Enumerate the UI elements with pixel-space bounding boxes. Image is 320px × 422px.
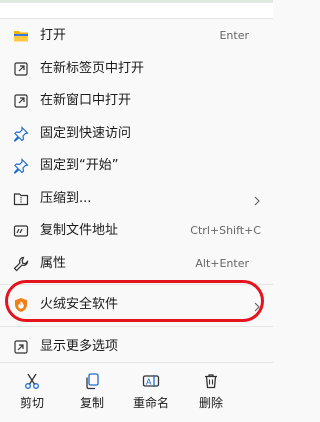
copy-button[interactable]: 复制 xyxy=(67,372,117,410)
menu-item-pin-quick-access[interactable]: 固定到快速访问 xyxy=(0,118,273,151)
cut-label: 剪切 xyxy=(19,396,44,410)
menu-item-shortcut: Alt+Enter xyxy=(195,256,249,270)
trash-icon xyxy=(205,374,217,389)
menu-item-properties[interactable]: 属性 Alt+Enter xyxy=(0,248,273,281)
rename-button[interactable]: A 重命名 xyxy=(126,372,176,410)
top-accent xyxy=(0,0,273,3)
menu-item-compress[interactable]: 压缩到... xyxy=(0,183,273,216)
chevron-right-icon xyxy=(253,192,261,205)
menu-item-label: 在新标签页中打开 xyxy=(40,60,145,76)
rename-icon: A xyxy=(142,375,160,387)
menu-item-open[interactable]: 打开 Enter xyxy=(0,20,273,53)
copy-path-icon xyxy=(13,223,29,239)
menu-item-label: 属性 xyxy=(40,255,67,271)
scissors-icon xyxy=(25,373,39,389)
menu-item-open-new-tab[interactable]: 在新标签页中打开 xyxy=(0,53,273,86)
pin-icon xyxy=(13,125,29,142)
menu-item-label: 固定到快速访问 xyxy=(40,125,132,141)
annotation-ring xyxy=(5,280,264,322)
menu-item-copy-path[interactable]: 复制文件地址 Ctrl+Shift+C xyxy=(0,215,273,248)
copy-icon xyxy=(86,373,99,390)
quick-actions-bar: 剪切 复制 A 重命名 删除 xyxy=(0,362,273,422)
rename-label: 重命名 xyxy=(132,396,169,410)
delete-label: 删除 xyxy=(198,396,223,410)
menu-item-label: 固定到“开始” xyxy=(40,158,119,173)
menu-item-shortcut: Enter xyxy=(219,29,249,42)
menu-item-label: 显示更多选项 xyxy=(40,338,119,354)
menu-item-shortcut: Ctrl+Shift+C xyxy=(190,224,261,237)
pin-icon xyxy=(13,158,29,174)
copy-label: 复制 xyxy=(79,396,104,410)
zip-folder-icon xyxy=(13,191,29,207)
menu-item-label: 复制文件地址 xyxy=(40,223,119,238)
cut-button[interactable]: 剪切 xyxy=(7,372,57,410)
menu-divider xyxy=(0,325,273,327)
folder-icon xyxy=(13,28,29,44)
menu-item-label: 打开 xyxy=(40,28,67,43)
menu-item-more-options[interactable]: 显示更多选项 xyxy=(0,331,273,364)
more-options-icon xyxy=(13,339,29,355)
menu-item-pin-start[interactable]: 固定到“开始” xyxy=(0,150,273,183)
svg-text:A: A xyxy=(146,378,152,387)
window-top-strip xyxy=(0,0,273,19)
new-window-icon xyxy=(13,93,29,109)
menu-item-label: 压缩到... xyxy=(40,190,92,206)
delete-button[interactable]: 删除 xyxy=(186,372,236,410)
menu-divider xyxy=(0,362,273,363)
wrench-icon xyxy=(13,256,29,272)
menu-item-open-new-window[interactable]: 在新窗口中打开 xyxy=(0,85,273,118)
new-tab-icon xyxy=(13,61,29,77)
menu-item-label: 在新窗口中打开 xyxy=(40,93,132,108)
